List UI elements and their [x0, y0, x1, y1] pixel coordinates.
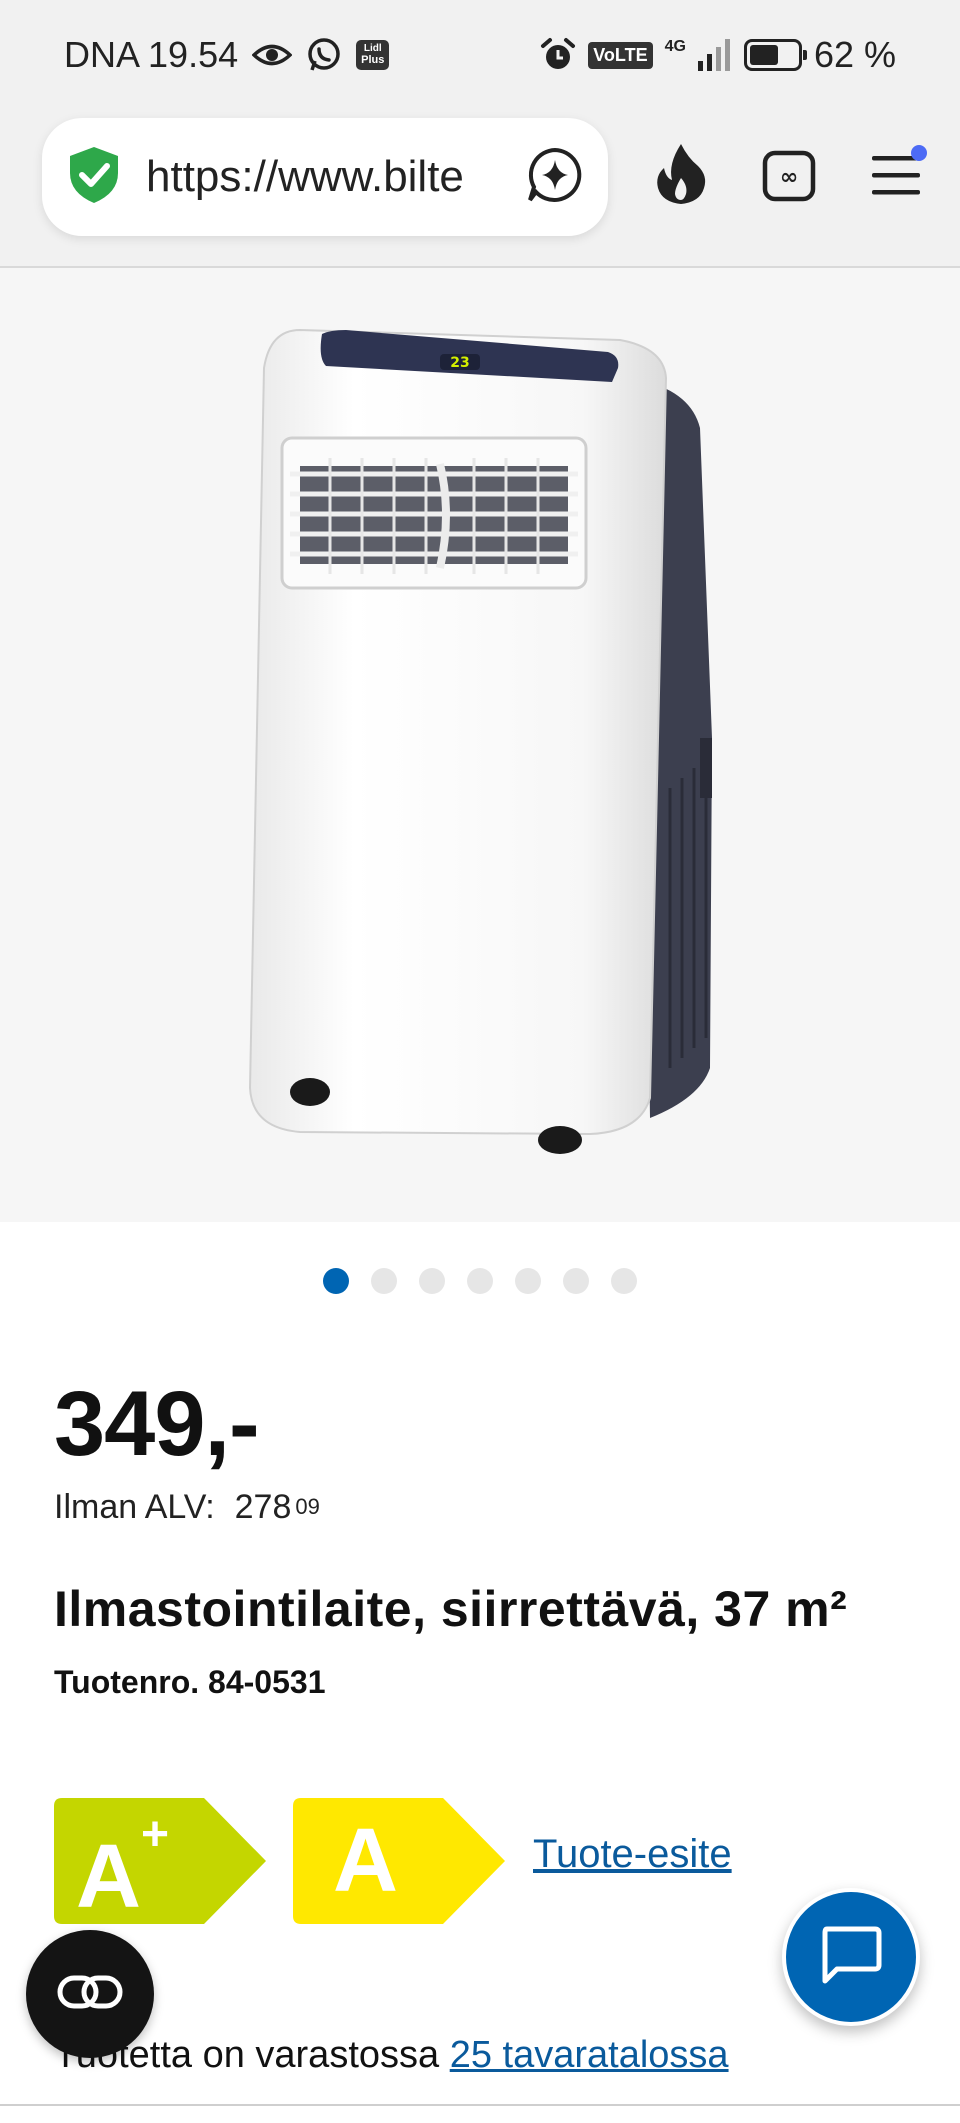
alarm-icon: [540, 37, 576, 73]
energy-class-1-plus: +: [141, 1808, 170, 1861]
energy-class-2: A: [333, 1811, 398, 1911]
product-image-gallery[interactable]: 23: [0, 268, 960, 1222]
carousel-dot[interactable]: [323, 1268, 349, 1294]
volte-icon: VoLTE: [588, 41, 653, 69]
energy-label-heating[interactable]: A: [293, 1798, 505, 1924]
link-button[interactable]: [26, 1930, 154, 2058]
battery-icon: [743, 39, 807, 71]
chat-icon: [819, 1925, 883, 1990]
vat-price-main: 278: [234, 1488, 292, 1526]
whatsapp-icon: [306, 37, 342, 73]
shield-check-icon[interactable]: [66, 145, 122, 210]
product-number: Tuotenro. 84-0531: [54, 1664, 326, 1700]
carousel-dot[interactable]: [419, 1268, 445, 1294]
vat-price-line: Ilman ALV: 278 09: [54, 1488, 320, 1527]
air-conditioner-image: 23: [248, 328, 712, 1154]
carousel-dot[interactable]: [611, 1268, 637, 1294]
status-bar: DNA 19.54 Lidl Plus VoLTE 4G 62 %: [0, 0, 960, 110]
link-icon: [57, 1975, 123, 2014]
carrier-time: DNA 19.54: [64, 34, 239, 75]
browser-toolbar: https://www.bilte ∞: [0, 110, 960, 268]
chat-button[interactable]: [782, 1888, 920, 2026]
carousel-dot[interactable]: [515, 1268, 541, 1294]
carousel-dot[interactable]: [563, 1268, 589, 1294]
fire-icon[interactable]: [654, 142, 708, 211]
signal-icon: [697, 39, 732, 71]
app-badge-line2: Plus: [361, 54, 385, 66]
carousel-dot[interactable]: [371, 1268, 397, 1294]
vat-price: 278 09: [235, 1488, 320, 1527]
network-type: 4G: [664, 38, 686, 55]
eye-icon: [252, 40, 293, 70]
url-text[interactable]: https://www.bilte: [146, 152, 486, 202]
product-price: 349,-: [54, 1373, 260, 1475]
product-brochure-link[interactable]: Tuote-esite: [533, 1832, 732, 1877]
carousel-dot[interactable]: [467, 1268, 493, 1294]
stock-stores-link[interactable]: 25 tavaratalossa: [450, 2034, 729, 2076]
product-title: Ilmastointilaite, siirrettävä, 37 m²: [54, 1581, 848, 1637]
battery-fill: [749, 45, 779, 65]
ai-sparkle-icon[interactable]: [526, 146, 584, 209]
battery-percent: 62 %: [813, 34, 896, 75]
tabs-icon[interactable]: ∞: [762, 150, 816, 207]
energy-class-1: A: [76, 1827, 141, 1927]
lidl-plus-icon: Lidl Plus: [356, 40, 390, 70]
stock-info: Tuotetta on varastossa 25 tavaratalossa: [54, 2034, 729, 2077]
energy-label-cooling[interactable]: A+: [54, 1798, 266, 1927]
vat-price-cents: 09: [295, 1494, 320, 1519]
carousel-dots: [0, 1268, 960, 1294]
ac-display-value: 23: [450, 355, 469, 371]
address-bar[interactable]: https://www.bilte: [42, 118, 608, 236]
app-badge-line1: Lidl: [363, 43, 382, 54]
vat-label: Ilman ALV:: [54, 1488, 215, 1526]
menu-icon[interactable]: [868, 144, 928, 209]
divider: [0, 2104, 960, 2106]
svg-text:∞: ∞: [780, 165, 798, 190]
